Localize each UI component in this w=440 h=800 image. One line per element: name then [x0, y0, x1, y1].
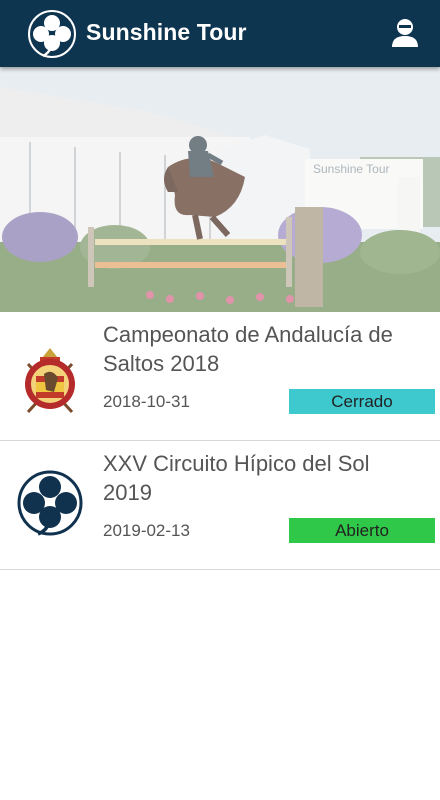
clover-logo-icon: [17, 470, 83, 536]
app-title: Sunshine Tour: [86, 19, 247, 45]
event-title: XXV Circuito Hípico del Sol 2019: [103, 451, 370, 505]
status-badge: Abierto: [289, 518, 435, 543]
clover-logo-icon: [28, 10, 76, 58]
event-item[interactable]: XXV Circuito Hípico del Sol 2019 2019-02…: [0, 441, 440, 570]
app-screen: Sunshine Tour Sunshine Tour Campeonato d…: [0, 0, 440, 800]
event-item[interactable]: Campeonato de Andalucía de Saltos 2018 2…: [0, 312, 440, 441]
event-date: 2019-02-13: [103, 521, 190, 540]
hero-image: Sunshine Tour: [0, 67, 440, 312]
user-profile-icon[interactable]: [390, 17, 420, 49]
event-title: Campeonato de Andalucía de Saltos 2018: [103, 322, 393, 376]
event-date: 2018-10-31: [103, 392, 190, 411]
event-list: Campeonato de Andalucía de Saltos 2018 2…: [0, 312, 440, 570]
federation-crest-icon: [25, 348, 75, 414]
app-header: Sunshine Tour: [0, 0, 440, 67]
status-badge: Cerrado: [289, 389, 435, 414]
